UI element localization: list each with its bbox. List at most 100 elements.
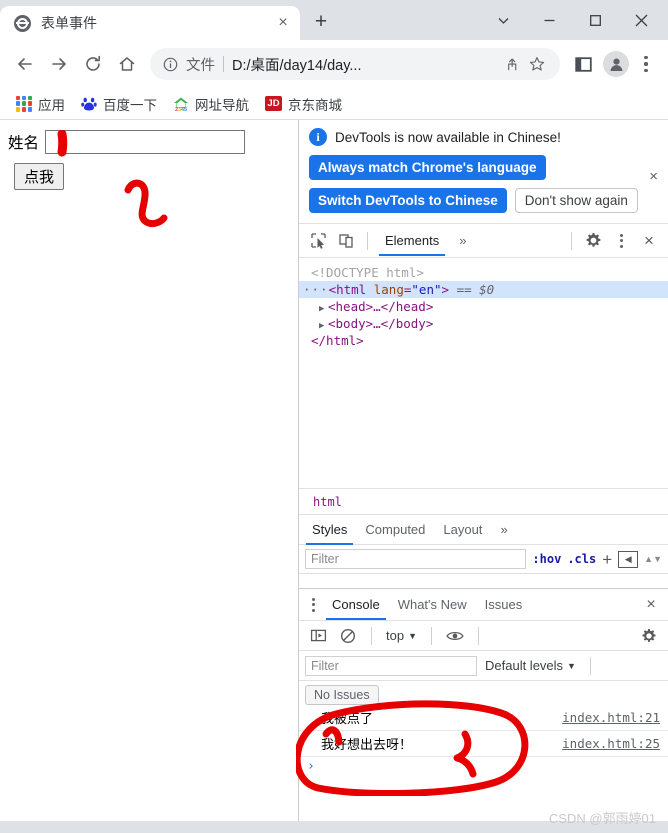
switch-devtools-chinese-button[interactable]: Switch DevTools to Chinese bbox=[309, 188, 507, 213]
device-toolbar-icon[interactable] bbox=[333, 228, 359, 254]
new-tab-button[interactable]: + bbox=[304, 4, 338, 38]
clear-console-icon[interactable] bbox=[335, 623, 361, 649]
browser-toolbar: 文件 D:/桌面/day14/day... bbox=[0, 40, 668, 88]
tab-search-icon[interactable] bbox=[480, 3, 526, 37]
dom-doctype: <!DOCTYPE html> bbox=[311, 265, 424, 280]
reload-icon[interactable] bbox=[76, 47, 110, 81]
tab-whats-new[interactable]: What's New bbox=[389, 589, 476, 620]
dom-body-node[interactable]: ▶ <body>…</body> bbox=[299, 315, 668, 332]
devtools-language-banner: i DevTools is now available in Chinese! … bbox=[299, 120, 668, 224]
no-issues-button[interactable]: No Issues bbox=[305, 685, 379, 705]
context-label: top bbox=[386, 628, 405, 643]
info-icon: i bbox=[309, 128, 327, 146]
url-text[interactable]: D:/桌面/day14/day... bbox=[232, 54, 498, 75]
breadcrumb-item-html[interactable]: html bbox=[305, 491, 350, 512]
forward-icon[interactable] bbox=[42, 47, 76, 81]
console-prompt[interactable]: › bbox=[299, 757, 668, 776]
console-message-text: 我好想出去呀！ bbox=[321, 738, 413, 753]
gear-icon[interactable] bbox=[580, 228, 606, 254]
bookmark-label: 京东商城 bbox=[288, 97, 342, 113]
devtools-toolbar: Elements » × bbox=[299, 224, 668, 258]
console-settings-gear-icon[interactable] bbox=[636, 623, 662, 649]
tab-styles[interactable]: Styles bbox=[303, 514, 356, 545]
console-filter-input[interactable]: Filter bbox=[305, 655, 477, 676]
minimize-icon[interactable] bbox=[526, 3, 572, 37]
always-match-language-button[interactable]: Always match Chrome's language bbox=[309, 155, 546, 180]
banner-message-row: i DevTools is now available in Chinese! bbox=[309, 128, 658, 146]
console-divider-3 bbox=[478, 626, 479, 645]
maximize-icon[interactable] bbox=[572, 3, 618, 37]
expand-triangle-icon[interactable]: ▶ bbox=[319, 321, 328, 331]
name-input[interactable] bbox=[45, 130, 246, 154]
dom-head-node[interactable]: ▶ <head>…</head> bbox=[299, 298, 668, 315]
console-message[interactable]: 我好想出去呀！ index.html:25 bbox=[299, 731, 668, 757]
console-toolbar: top ▼ bbox=[299, 621, 668, 651]
console-sidebar-icon[interactable] bbox=[305, 623, 331, 649]
jd-icon: JD bbox=[265, 96, 282, 111]
inspect-element-icon[interactable] bbox=[305, 228, 331, 254]
bookmark-jd[interactable]: JD 京东商城 bbox=[259, 91, 348, 117]
chevron-down-icon: ▼ bbox=[567, 660, 576, 671]
baidu-icon bbox=[81, 96, 97, 112]
content-area: 姓名 点我 i DevTools is now available in Chi… bbox=[0, 120, 668, 821]
bookmark-label: 应用 bbox=[38, 97, 65, 113]
styles-scroll-arrows[interactable]: ▲▼ bbox=[644, 554, 662, 564]
back-icon[interactable] bbox=[8, 47, 42, 81]
styles-rules-area bbox=[299, 574, 668, 588]
banner-primary-row: Always match Chrome's language bbox=[309, 155, 658, 180]
tab-issues[interactable]: Issues bbox=[476, 589, 532, 620]
2345-icon: 2345 bbox=[173, 96, 189, 113]
browser-tab[interactable]: 表单事件 × bbox=[0, 6, 300, 40]
hov-toggle[interactable]: :hov bbox=[532, 552, 561, 566]
tab-computed[interactable]: Computed bbox=[356, 514, 434, 545]
log-levels-select[interactable]: Default levels ▼ bbox=[485, 658, 576, 673]
dom-attr-name: lang bbox=[373, 282, 404, 297]
drawer-more-menu-icon[interactable] bbox=[303, 597, 323, 612]
bookmark-2345[interactable]: 2345 网址导航 bbox=[167, 91, 255, 117]
console-divider-1 bbox=[371, 626, 372, 645]
tab-layout[interactable]: Layout bbox=[434, 514, 491, 545]
close-window-icon[interactable] bbox=[618, 3, 664, 37]
console-output: No Issues 我被点了 index.html:21 我好想出去呀！ ind… bbox=[299, 681, 668, 776]
banner-message: DevTools is now available in Chinese! bbox=[335, 129, 561, 145]
site-info-icon[interactable] bbox=[160, 54, 180, 74]
close-tab-icon[interactable]: × bbox=[272, 12, 294, 34]
side-panel-icon[interactable] bbox=[566, 47, 600, 81]
chrome-menu-icon[interactable] bbox=[632, 49, 660, 79]
sidebar-toggle-icon[interactable]: ◀ bbox=[618, 550, 639, 568]
click-me-button[interactable]: 点我 bbox=[14, 163, 65, 190]
console-filter-divider bbox=[589, 656, 591, 675]
devtools-more-menu-icon[interactable] bbox=[608, 228, 634, 254]
devtools-drawer: Console What's New Issues × top ▼ Filter… bbox=[299, 588, 668, 821]
styles-filter-input[interactable]: Filter bbox=[305, 549, 527, 569]
styles-more-tabs-icon[interactable]: » bbox=[491, 514, 516, 545]
browser-window: 表单事件 × + 文件 D:/桌面/day14/day... 应用 百度一下 2… bbox=[0, 0, 668, 833]
more-panels-icon[interactable]: » bbox=[450, 225, 475, 256]
live-expression-icon[interactable] bbox=[442, 623, 468, 649]
bookmark-apps[interactable]: 应用 bbox=[10, 91, 71, 117]
bookmark-star-icon[interactable] bbox=[524, 51, 550, 77]
new-style-rule-button[interactable]: + bbox=[602, 551, 612, 568]
name-form-row: 姓名 bbox=[8, 130, 298, 154]
tab-console[interactable]: Console bbox=[323, 589, 389, 620]
address-bar[interactable]: 文件 D:/桌面/day14/day... bbox=[150, 48, 560, 80]
console-message-source[interactable]: index.html:25 bbox=[562, 736, 660, 751]
console-message-source[interactable]: index.html:21 bbox=[562, 710, 660, 725]
home-icon[interactable] bbox=[110, 47, 144, 81]
dom-html-node[interactable]: ···<html lang="en"> == $0 bbox=[299, 281, 668, 298]
bookmark-baidu[interactable]: 百度一下 bbox=[75, 91, 163, 117]
console-message[interactable]: 我被点了 index.html:21 bbox=[299, 705, 668, 731]
close-devtools-icon[interactable]: × bbox=[636, 228, 662, 254]
share-icon[interactable] bbox=[498, 51, 524, 77]
execution-context-select[interactable]: top ▼ bbox=[382, 628, 421, 643]
profile-avatar[interactable] bbox=[603, 51, 629, 77]
toolbar-divider bbox=[367, 231, 368, 250]
close-banner-icon[interactable]: × bbox=[649, 168, 658, 185]
tab-elements[interactable]: Elements bbox=[376, 225, 448, 256]
dont-show-again-button[interactable]: Don't show again bbox=[514, 188, 638, 213]
bookmarks-bar: 应用 百度一下 2345 网址导航 JD 京东商城 bbox=[0, 88, 668, 120]
expand-triangle-icon[interactable]: ▶ bbox=[319, 304, 328, 314]
dom-html-close: </html> bbox=[311, 333, 364, 348]
close-drawer-icon[interactable]: × bbox=[638, 592, 664, 618]
cls-toggle[interactable]: .cls bbox=[567, 552, 596, 566]
